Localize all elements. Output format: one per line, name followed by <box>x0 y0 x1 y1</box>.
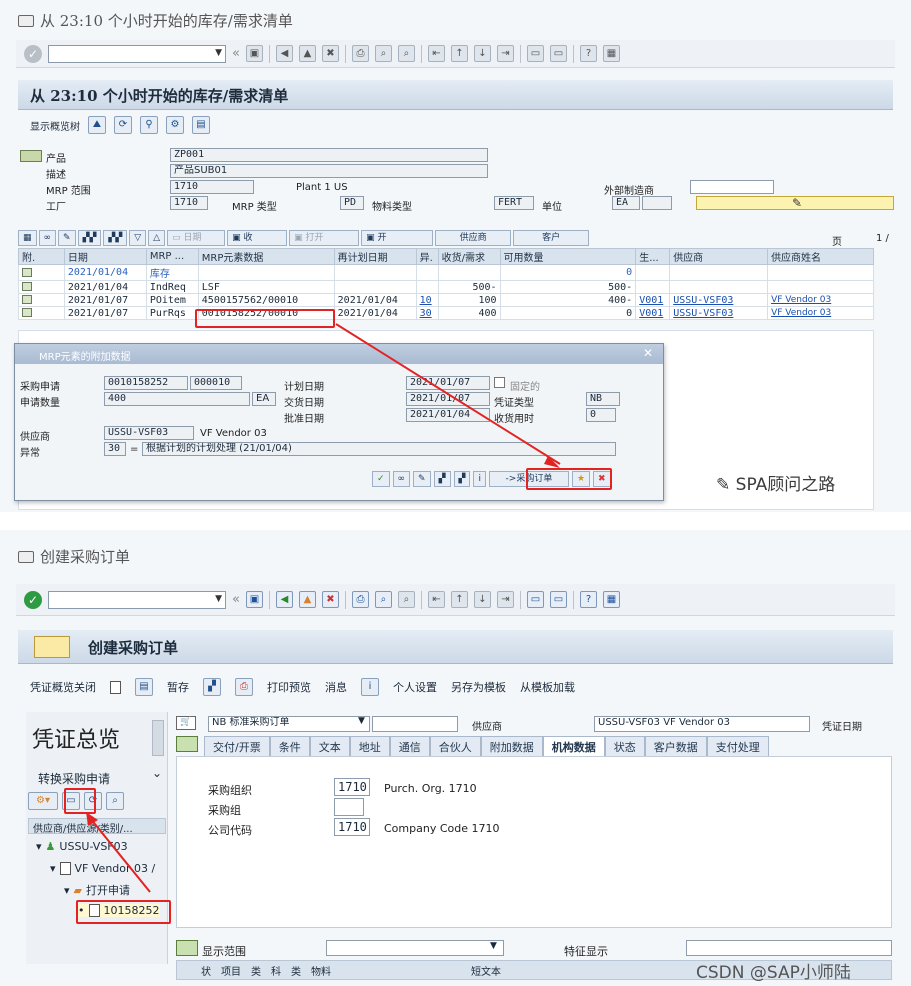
company-code-text: Company Code 1710 <box>384 822 500 835</box>
items-collapse-icon[interactable] <box>176 940 198 956</box>
purch-group-field[interactable] <box>334 798 364 816</box>
purch-org-label: 采购组织 <box>208 784 252 797</box>
top-screen: 从 23:10 个小时开始的库存/需求清单 ✓ « ▣ ◀ ▲ ✖ ⎙ ⌕ ⌕ … <box>0 0 911 512</box>
purch-org-text: Purch. Org. 1710 <box>384 782 477 795</box>
tab-partners[interactable]: 合伙人 <box>429 736 481 756</box>
tab-delivery-invoice[interactable]: 交付/开票 <box>204 736 270 756</box>
bottom-screen: 创建采购订单 ✓ « ▣ ◀ ▲ ✖ ⎙ ⌕ ⌕ ⇤ ↑ ↓ ⇥ ▭ ▭ ? ▦… <box>0 530 911 986</box>
vendor-field[interactable]: USSU-VSF03 VF Vendor 03 <box>594 716 810 732</box>
display-range-select[interactable] <box>326 940 504 956</box>
purch-group-label: 采购组 <box>208 804 241 817</box>
chevron-down-icon[interactable]: ▼ <box>490 941 497 951</box>
tab-status[interactable]: 状态 <box>604 736 645 756</box>
tab-additional-data[interactable]: 附加数据 <box>480 736 543 756</box>
cart-icon: 🛒 <box>176 716 196 730</box>
col-header[interactable]: 物料 <box>311 963 461 978</box>
tab-org-data[interactable]: 机构数据 <box>542 736 605 756</box>
col-header[interactable]: 项目 <box>221 963 241 978</box>
company-code-label: 公司代码 <box>208 824 252 837</box>
feature-display-label: 特征显示 <box>564 945 608 958</box>
tab-address[interactable]: 地址 <box>349 736 390 756</box>
tab-texts[interactable]: 文本 <box>309 736 350 756</box>
company-code-field[interactable]: 1710 <box>334 818 370 836</box>
tab-payment[interactable]: 支付处理 <box>706 736 769 756</box>
wechat-watermark: ✎ SPA顾问之路 <box>716 475 836 495</box>
vendor-label: 供应商 <box>472 722 502 733</box>
red-arrow <box>335 323 561 465</box>
csdn-watermark: CSDN @SAP小师陆 <box>696 963 851 983</box>
tab-conditions[interactable]: 条件 <box>269 736 310 756</box>
col-header[interactable]: 状 <box>201 963 211 978</box>
feature-display-field[interactable] <box>686 940 892 956</box>
col-header[interactable]: 科 <box>271 963 281 978</box>
arrow-head <box>86 812 98 826</box>
tab-customer-data[interactable]: 客户数据 <box>644 736 707 756</box>
po-type-select[interactable]: NB 标准采购订单 <box>208 716 370 732</box>
col-header[interactable]: 短文本 <box>471 963 501 978</box>
doc-date-label: 凭证日期 <box>822 722 862 733</box>
po-header-tabs: 交付/开票 条件 文本 地址 通信 合伙人 附加数据 机构数据 状态 客户数据 … <box>204 736 769 756</box>
po-number-field[interactable] <box>372 716 458 732</box>
purch-org-field[interactable]: 1710 <box>334 778 370 796</box>
header-collapse-icon[interactable] <box>176 736 198 752</box>
org-data-panel <box>176 756 892 928</box>
display-range-label: 显示范围 <box>202 945 246 958</box>
col-header[interactable]: 类 <box>251 963 261 978</box>
chevron-down-icon[interactable]: ▼ <box>358 716 365 726</box>
arrow-overlay <box>335 323 561 468</box>
col-header[interactable]: 类 <box>291 963 301 978</box>
red-arrow <box>89 817 151 893</box>
tab-communication[interactable]: 通信 <box>389 736 430 756</box>
